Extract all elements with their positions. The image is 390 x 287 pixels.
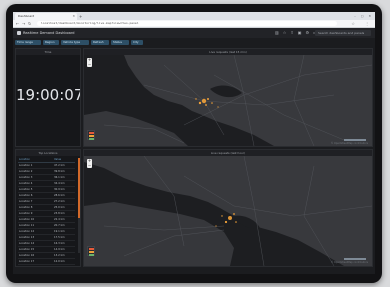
save-icon[interactable]: ▣: [298, 28, 302, 38]
search-input[interactable]: Search dashboards and panels: [315, 30, 371, 36]
window-controls[interactable]: – ▢ ✕: [354, 12, 373, 20]
map-attribution[interactable]: © OpenStreetMap contributors: [331, 142, 368, 145]
header-toolbar: ▥ ☆ ⇪ ▣ ⚙ ▭: [275, 28, 317, 38]
location-cell: Location 8: [19, 206, 33, 209]
filter-chip[interactable]: Refresh: [91, 40, 109, 45]
dashboard-title[interactable]: Realtime Demand Dashboard: [23, 28, 75, 38]
tab-close-icon[interactable]: ✕: [72, 13, 75, 20]
value-cell: 14.9 km: [54, 248, 65, 251]
value-cell: 17.5 km: [54, 236, 65, 239]
map-attribution[interactable]: © OpenStreetMap contributors: [331, 261, 368, 264]
value-cell: 22.4 km: [54, 218, 65, 221]
add-panel-icon[interactable]: ▥: [275, 28, 279, 38]
location-cell: Location 7: [19, 200, 33, 203]
filter-chip[interactable]: City: [131, 40, 143, 45]
location-cell: Location 3: [19, 176, 33, 179]
filter-chip[interactable]: Vehicle type: [61, 40, 89, 45]
address-bar-row: ← → ↻ localhost/dashboard/monitoring/liv…: [13, 20, 375, 28]
reload-icon[interactable]: ↻: [28, 20, 31, 27]
column-header[interactable]: Value: [54, 157, 61, 162]
back-icon[interactable]: ←: [16, 20, 19, 27]
map-legend: [87, 246, 95, 256]
location-cell: Location 1: [19, 164, 33, 167]
map-zoom-control[interactable]: + −: [87, 158, 92, 168]
variable-filter-bar: Time range Region Vehicle type Refresh S…: [13, 39, 375, 47]
clock-panel: Time 19:00:07: [15, 48, 81, 147]
table-panel-title: Top Locations: [16, 150, 80, 156]
map-scale-bar: [344, 258, 366, 260]
scrollbar-thumb[interactable]: [78, 158, 80, 218]
tab-strip: Dashboard ✕ + – ▢ ✕: [13, 12, 375, 20]
location-cell: Location 5: [19, 188, 33, 191]
value-cell: 19.1 km: [54, 230, 65, 233]
app-header: Realtime Demand Dashboard ▥ ☆ ⇪ ▣ ⚙ ▭ Se…: [13, 28, 375, 38]
column-header[interactable]: Location: [19, 157, 30, 162]
table-scrollbar[interactable]: [78, 158, 80, 253]
share-icon[interactable]: ⇪: [290, 28, 293, 38]
new-tab-icon[interactable]: +: [79, 13, 82, 20]
browser-tab[interactable]: Dashboard ✕: [15, 13, 77, 20]
location-cell: Location 9: [19, 212, 33, 215]
location-cell: Location 4: [19, 182, 33, 185]
filter-chip[interactable]: Time range: [15, 40, 41, 45]
map-panel-top: Live requests (last 15 min) + − © OpenSt…: [83, 48, 373, 147]
value-cell: 27.2 km: [54, 200, 65, 203]
location-cell: Location 2: [19, 170, 33, 173]
tab-title: Dashboard: [18, 14, 35, 18]
browser-window: Dashboard ✕ + – ▢ ✕ ← → ↻ localhost/dash…: [13, 12, 375, 274]
location-cell: Location 16: [19, 254, 35, 257]
location-cell: Location 6: [19, 194, 33, 197]
location-cell: Location 13: [19, 236, 35, 239]
location-cell: Location 11: [19, 224, 35, 227]
location-cell: Location 17: [19, 260, 35, 263]
location-cell: Location 14: [19, 242, 35, 245]
settings-gear-icon[interactable]: ⚙: [306, 28, 310, 38]
value-cell: 34.4 km: [54, 182, 65, 185]
value-cell: 25.0 km: [54, 206, 65, 209]
filter-chip[interactable]: Status: [111, 40, 129, 45]
map-panel-bottom: Live requests (last hour) + − © OpenStre…: [83, 149, 373, 267]
bookmark-star-icon[interactable]: ☆: [351, 20, 355, 27]
top-locations-panel: Top Locations Location Value Location 14…: [15, 149, 81, 267]
star-icon[interactable]: ☆: [283, 28, 287, 38]
table-row[interactable]: Location 17 12.0 km: [18, 259, 75, 265]
forward-icon[interactable]: →: [22, 20, 25, 27]
clock-value: 19:00:07: [16, 86, 81, 104]
location-cell: Location 10: [19, 218, 35, 221]
value-cell: 12.0 km: [54, 260, 65, 263]
map-scale-bar: [344, 139, 366, 141]
map-legend: [87, 130, 95, 140]
value-cell: 36.1 km: [54, 176, 65, 179]
url-field[interactable]: localhost/dashboard/monitoring/live-map?…: [37, 21, 337, 26]
value-cell: 23.8 km: [54, 212, 65, 215]
location-cell: Location 15: [19, 248, 35, 251]
value-cell: 16.3 km: [54, 242, 65, 245]
value-cell: 47.2 km: [54, 164, 65, 167]
value-cell: 30.9 km: [54, 188, 65, 191]
map-top-canvas[interactable]: [84, 55, 372, 146]
clock-panel-title: Time: [16, 49, 80, 55]
map-bottom-canvas[interactable]: [84, 156, 372, 266]
app-logo-icon: [17, 31, 21, 35]
value-cell: 20.7 km: [54, 224, 65, 227]
value-cell: 28.6 km: [54, 194, 65, 197]
filter-chip[interactable]: Region: [43, 40, 59, 45]
value-cell: 13.2 km: [54, 254, 65, 257]
map-zoom-control[interactable]: + −: [87, 57, 92, 67]
location-cell: Location 12: [19, 230, 35, 233]
browser-menu-icon[interactable]: ⋮: [365, 20, 369, 27]
value-cell: 39.8 km: [54, 170, 65, 173]
